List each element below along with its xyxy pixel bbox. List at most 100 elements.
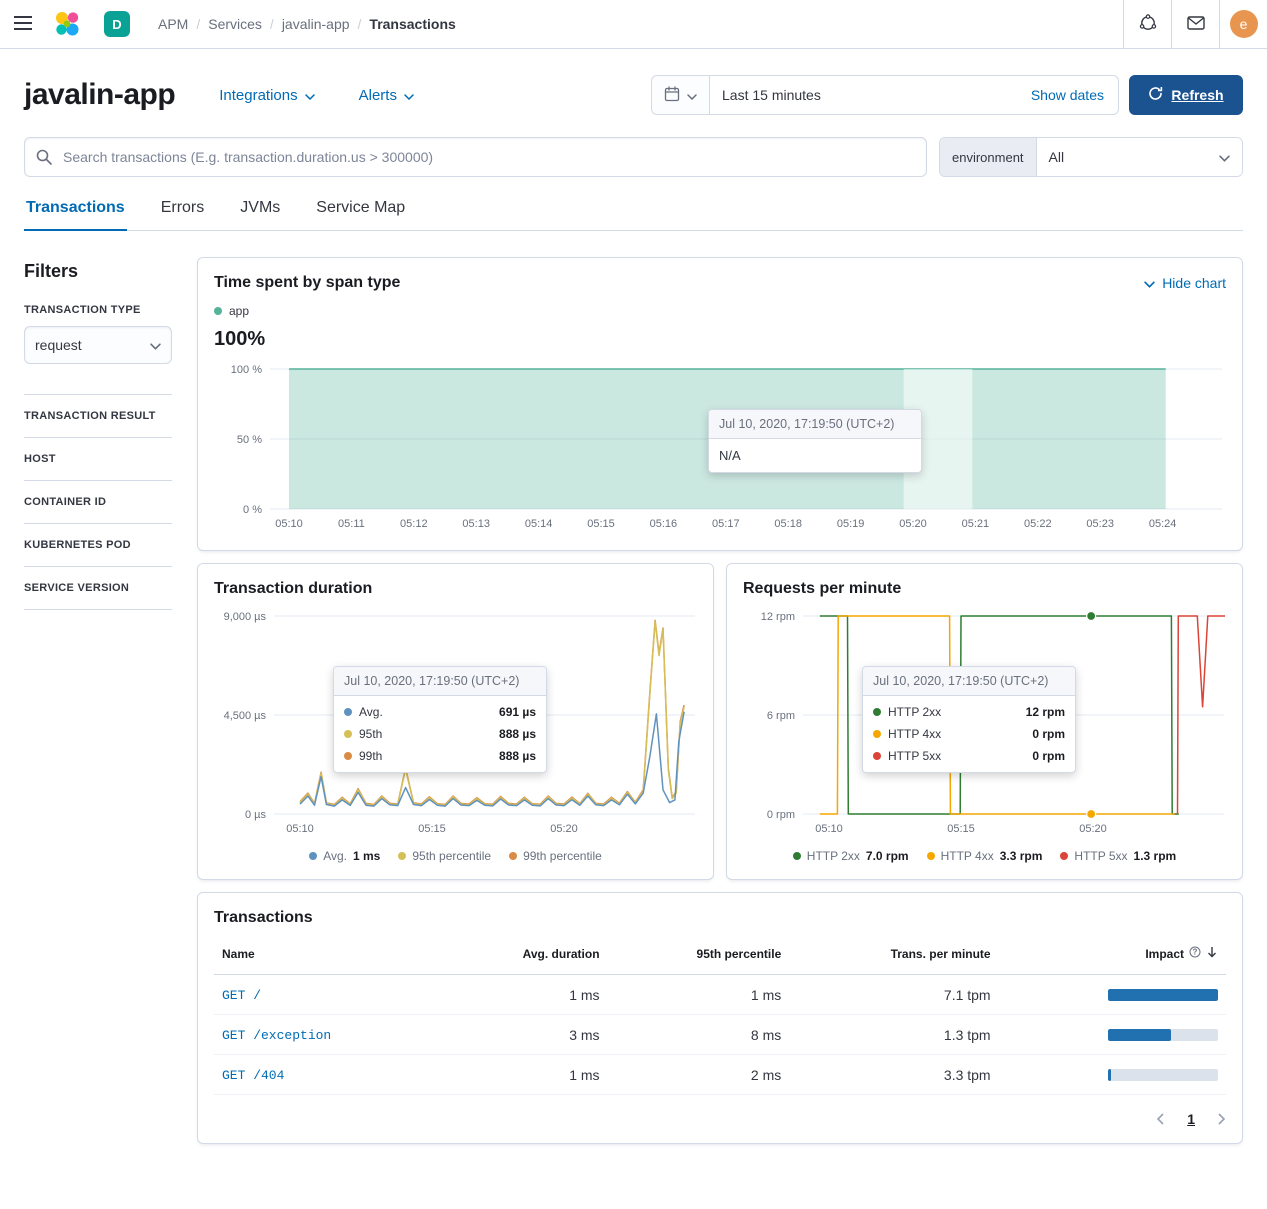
legend-dot (873, 752, 881, 760)
breadcrumb-services[interactable]: Services (208, 16, 262, 32)
menu-button[interactable] (0, 0, 46, 48)
transaction-row: GET /404 1 ms 2 ms 3.3 tpm (214, 1055, 1226, 1095)
legend-dot (793, 852, 801, 860)
newsfeed-button[interactable] (1172, 0, 1219, 48)
next-page-button[interactable] (1217, 1113, 1226, 1125)
filter-section-kubernetes-pod[interactable]: KUBERNETES POD (24, 523, 172, 566)
svg-text:05:22: 05:22 (1024, 518, 1052, 530)
legend-dot (873, 730, 881, 738)
time-range-value[interactable]: Last 15 minutes (710, 87, 1031, 103)
chevron-down-icon (404, 87, 414, 104)
svg-text:05:15: 05:15 (587, 518, 615, 530)
alerts-menu[interactable]: Alerts (359, 87, 414, 104)
envelope-icon (1187, 16, 1205, 33)
previous-page-button[interactable] (1156, 1113, 1165, 1125)
tab-service-map[interactable]: Service Map (314, 199, 407, 231)
legend-item-http-2xx[interactable]: HTTP 2xx 7.0 rpm (793, 849, 909, 863)
tab-transactions[interactable]: Transactions (24, 199, 127, 231)
column-header-impact[interactable]: Impact ? (999, 933, 1226, 975)
breadcrumb-separator: / (196, 16, 200, 32)
svg-text:100 %: 100 % (231, 364, 262, 376)
chevron-down-icon (687, 87, 697, 103)
quick-select-button[interactable] (652, 76, 710, 114)
legend-dot (1060, 852, 1068, 860)
breadcrumb-separator: / (358, 16, 362, 32)
svg-text:05:17: 05:17 (712, 518, 740, 530)
legend-item-95th[interactable]: 95th percentile (398, 849, 491, 863)
hamburger-icon (14, 16, 32, 33)
filter-section-container-id[interactable]: CONTAINER ID (24, 480, 172, 523)
show-dates-button[interactable]: Show dates (1031, 87, 1118, 103)
impact-bar (1108, 1029, 1218, 1041)
tooltip-timestamp: Jul 10, 2020, 17:19:50 (UTC+2) (863, 667, 1075, 696)
column-header-name[interactable]: Name (214, 933, 440, 975)
breadcrumb: APM / Services / javalin-app / Transacti… (158, 16, 456, 32)
transactions-table: Name Avg. duration 95th percentile Trans… (214, 933, 1226, 1095)
svg-text:05:23: 05:23 (1086, 518, 1114, 530)
requests-per-minute-legend: HTTP 2xx 7.0 rpm HTTP 4xx 3.3 rpm HTTP 5… (743, 849, 1226, 863)
integrations-menu[interactable]: Integrations (219, 87, 314, 104)
environment-select[interactable]: All (1037, 138, 1242, 176)
column-header-avg-duration[interactable]: Avg. duration (440, 933, 608, 975)
date-picker: Last 15 minutes Show dates (651, 75, 1119, 115)
search-transactions-input[interactable] (24, 137, 927, 177)
legend-dot (927, 852, 935, 860)
legend-item-avg[interactable]: Avg. 1 ms (309, 849, 380, 863)
info-icon[interactable]: ? (1189, 946, 1201, 961)
hide-chart-button[interactable]: Hide chart (1144, 275, 1226, 291)
breadcrumb-service-name[interactable]: javalin-app (282, 16, 350, 32)
time-spent-legend: app (214, 304, 1226, 318)
svg-text:05:13: 05:13 (462, 518, 490, 530)
legend-item-99th[interactable]: 99th percentile (509, 849, 602, 863)
column-header-trans-per-minute[interactable]: Trans. per minute (789, 933, 998, 975)
page-header: javalin-app Integrations Alerts (24, 75, 1243, 115)
transaction-link[interactable]: GET /404 (222, 1068, 284, 1083)
transaction-type-select[interactable]: request (24, 326, 172, 364)
tooltip-value: N/A (709, 439, 921, 472)
page-number-1[interactable]: 1 (1187, 1111, 1195, 1127)
svg-text:50 %: 50 % (237, 434, 262, 446)
column-header-95th-percentile[interactable]: 95th percentile (608, 933, 790, 975)
svg-text:05:11: 05:11 (338, 518, 365, 530)
top-bar: D APM / Services / javalin-app / Transac… (0, 0, 1267, 49)
legend-item-http-5xx[interactable]: HTTP 5xx 1.3 rpm (1060, 849, 1176, 863)
transaction-link[interactable]: GET / (222, 988, 261, 1003)
filters-sidebar: Filters TRANSACTION TYPE request TRANSAC… (24, 257, 172, 1144)
transaction-row: GET /exception 3 ms 8 ms 1.3 tpm (214, 1015, 1226, 1055)
filter-section-transaction-result[interactable]: TRANSACTION RESULT (24, 394, 172, 437)
svg-text:9,000 µs: 9,000 µs (224, 611, 267, 623)
pagination: 1 (214, 1111, 1226, 1127)
legend-dot (509, 852, 517, 860)
svg-text:05:21: 05:21 (962, 518, 990, 530)
transactions-table-title: Transactions (214, 909, 1226, 927)
transaction-duration-legend: Avg. 1 ms 95th percentile 99th percentil… (214, 849, 697, 863)
breadcrumb-apm[interactable]: APM (158, 16, 188, 32)
tab-jvms[interactable]: JVMs (238, 199, 282, 231)
legend-dot (873, 708, 881, 716)
deployment-badge[interactable]: D (104, 11, 130, 37)
svg-text:?: ? (1193, 948, 1198, 957)
filters-title: Filters (24, 261, 172, 282)
chart-tooltip: Jul 10, 2020, 17:19:50 (UTC+2) N/A (708, 409, 922, 473)
svg-text:05:10: 05:10 (815, 823, 843, 835)
tab-errors[interactable]: Errors (159, 199, 207, 231)
transaction-link[interactable]: GET /exception (222, 1028, 331, 1043)
chevron-down-icon (1219, 149, 1230, 165)
user-avatar[interactable]: e (1230, 10, 1258, 38)
time-spent-panel: Time spent by span type Hide chart app 1… (197, 257, 1243, 551)
svg-text:05:20: 05:20 (550, 823, 578, 835)
refresh-button[interactable]: Refresh (1129, 75, 1243, 115)
svg-text:12 rpm: 12 rpm (761, 611, 795, 623)
legend-item-http-4xx[interactable]: HTTP 4xx 3.3 rpm (927, 849, 1043, 863)
breadcrumb-current: Transactions (369, 16, 455, 32)
topbar-actions: e (1123, 0, 1267, 48)
help-button[interactable] (1124, 0, 1171, 48)
filter-section-host[interactable]: HOST (24, 437, 172, 480)
legend-dot (309, 852, 317, 860)
service-tabs: Transactions Errors JVMs Service Map (24, 199, 1243, 231)
time-spent-current-value: 100% (214, 328, 1226, 351)
legend-dot (398, 852, 406, 860)
refresh-icon (1148, 86, 1163, 104)
legend-dot (344, 730, 352, 738)
filter-section-service-version[interactable]: SERVICE VERSION (24, 566, 172, 609)
